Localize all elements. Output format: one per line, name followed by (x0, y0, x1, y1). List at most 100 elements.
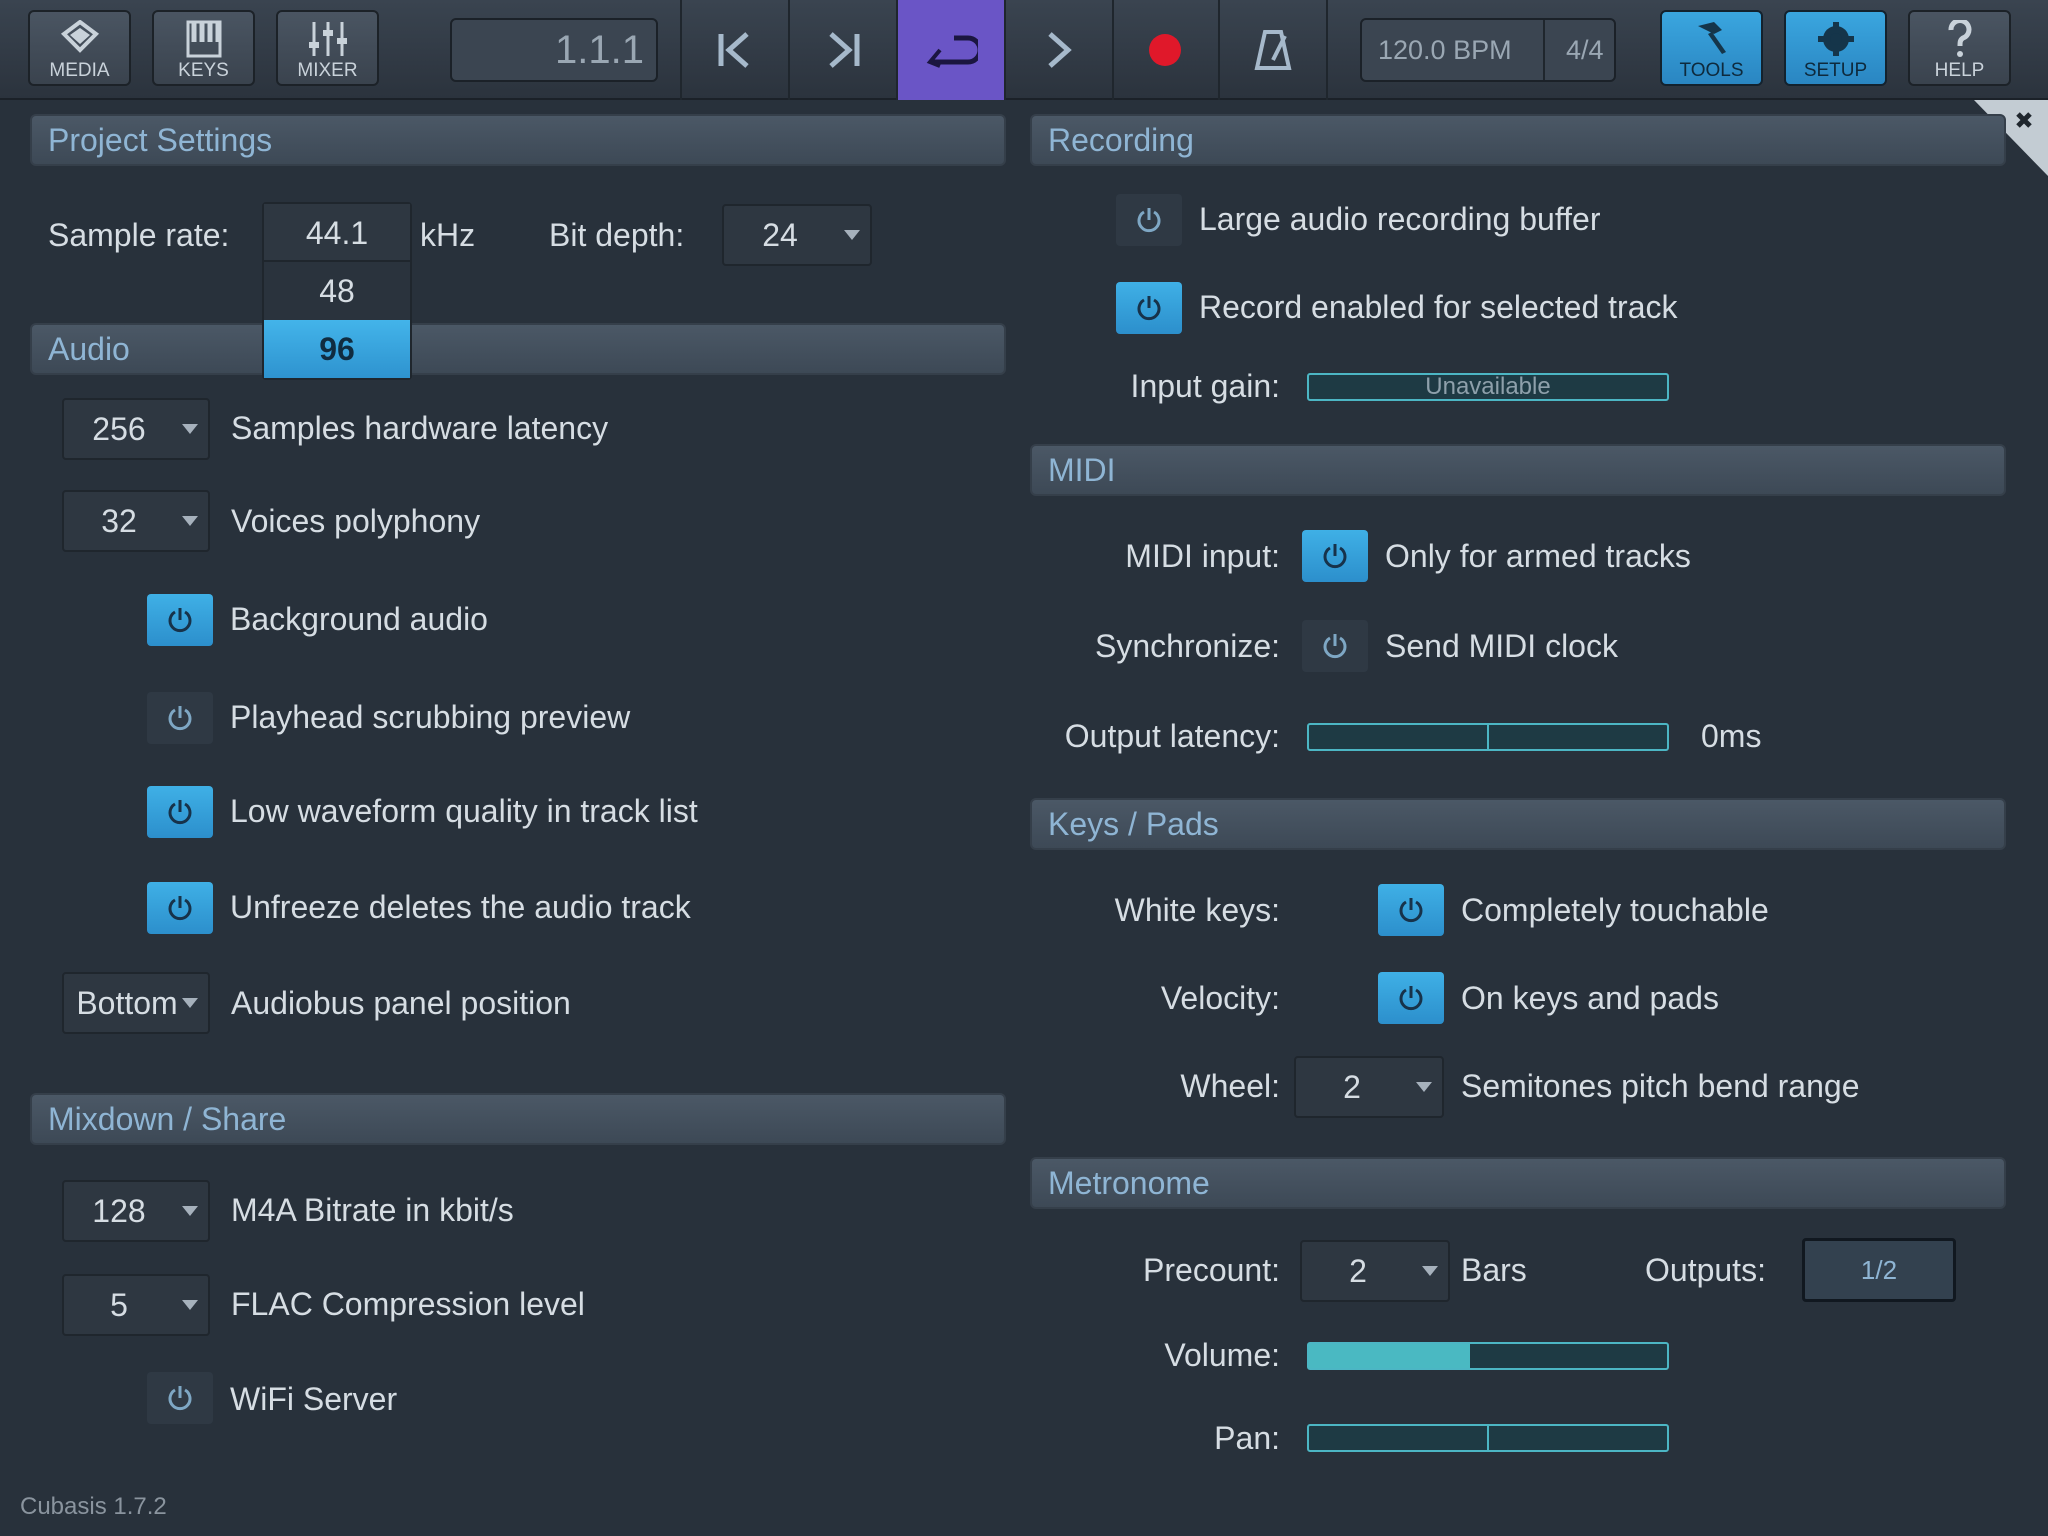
position-display[interactable]: 1.1.1 (450, 18, 658, 82)
velocity-toggle[interactable] (1378, 972, 1444, 1024)
outputs-label: Outputs: (1645, 1252, 1766, 1288)
section-audio: Audio (30, 323, 1006, 375)
keys-icon (186, 20, 221, 58)
media-button[interactable]: MEDIA (28, 10, 131, 86)
metronome-icon (1254, 30, 1292, 70)
media-icon (60, 20, 99, 53)
midi-input-value: Only for armed tracks (1385, 538, 1691, 574)
go-to-start-button[interactable] (682, 0, 788, 100)
polyphony-label: Voices polyphony (231, 503, 481, 539)
latency-dropdown[interactable]: 256 (62, 398, 210, 460)
midi-input-label: MIDI input: (1125, 538, 1280, 574)
output-latency-label: Output latency: (1064, 718, 1280, 754)
sample-rate-option-selected[interactable]: 96 (264, 320, 410, 378)
white-keys-value: Completely touchable (1461, 892, 1769, 928)
bitrate-value: 128 (92, 1193, 146, 1229)
power-icon (168, 608, 192, 633)
power-icon (168, 706, 192, 731)
record-icon (1149, 34, 1181, 66)
play-button[interactable] (1006, 0, 1112, 100)
wifi-server-toggle[interactable] (147, 1372, 213, 1424)
waveform-quality-label: Low waveform quality in track list (230, 793, 698, 829)
white-keys-toggle[interactable] (1378, 884, 1444, 936)
sample-rate-dropdown[interactable]: 44.1 48 96 (262, 202, 412, 380)
velocity-label: Velocity: (1160, 980, 1280, 1016)
volume-fill (1309, 1344, 1471, 1368)
record-enabled-toggle[interactable] (1116, 282, 1182, 334)
audiobus-value: Bottom (76, 985, 178, 1021)
precount-label: Precount: (1143, 1252, 1280, 1288)
record-enabled-label: Record enabled for selected track (1199, 289, 1678, 325)
midi-input-toggle[interactable] (1302, 530, 1368, 582)
latency-label: Samples hardware latency (231, 410, 609, 446)
audiobus-label: Audiobus panel position (231, 985, 571, 1021)
flac-value: 5 (110, 1287, 128, 1323)
go-to-end-button[interactable] (790, 0, 896, 100)
keys-button-label: KEYS (178, 60, 229, 81)
setup-button[interactable]: SETUP (1784, 10, 1887, 86)
keys-button[interactable]: KEYS (152, 10, 255, 86)
metronome-button[interactable] (1220, 0, 1326, 100)
mixer-button-label: MIXER (297, 60, 358, 81)
audiobus-dropdown[interactable]: Bottom (62, 972, 210, 1034)
waveform-quality-toggle[interactable] (147, 786, 213, 838)
help-icon (1948, 20, 1971, 57)
midi-clock-toggle[interactable] (1302, 620, 1368, 672)
hammer-icon (1697, 22, 1726, 54)
recording-buffer-toggle[interactable] (1116, 194, 1182, 246)
pan-slider[interactable] (1307, 1424, 1669, 1452)
bitrate-dropdown[interactable]: 128 (62, 1180, 210, 1242)
record-button[interactable] (1112, 0, 1218, 100)
wheel-value: 2 (1343, 1069, 1361, 1105)
power-icon (168, 896, 192, 921)
tools-button-label: TOOLS (1679, 60, 1744, 81)
sample-rate-unit: kHz (420, 217, 476, 253)
input-gain-value: Unavailable (1425, 373, 1551, 400)
unfreeze-toggle[interactable] (147, 882, 213, 934)
version-label: Cubasis 1.7.2 (20, 1493, 167, 1520)
play-icon (1048, 32, 1072, 68)
power-icon (1399, 898, 1423, 923)
chevron-down-icon (1422, 1266, 1438, 1276)
wifi-server-label: WiFi Server (230, 1381, 398, 1417)
tools-button[interactable]: TOOLS (1660, 10, 1763, 86)
separator (1326, 0, 1328, 100)
precount-dropdown[interactable]: 2 (1300, 1240, 1450, 1302)
tempo-display[interactable]: 120.0 BPM 4/4 (1360, 18, 1616, 82)
mixer-icon (308, 22, 347, 56)
power-icon (168, 800, 192, 825)
outputs-button[interactable]: 1/2 (1802, 1238, 1956, 1302)
power-icon (168, 1386, 192, 1411)
volume-slider[interactable] (1307, 1342, 1669, 1370)
section-mixdown-share: Mixdown / Share (30, 1093, 1006, 1145)
wheel-label: Wheel: (1180, 1068, 1280, 1104)
chevron-down-icon (1416, 1082, 1432, 1092)
divider (1543, 20, 1545, 80)
loop-button[interactable] (898, 0, 1004, 100)
bit-depth-dropdown[interactable]: 24 (722, 204, 872, 266)
sample-rate-option[interactable]: 48 (264, 262, 410, 320)
loop-icon (926, 35, 978, 68)
top-toolbar: MEDIA KEYS MIXER 1.1.1 120.0 BPM 4/4 TOO… (0, 0, 2048, 100)
volume-label: Volume: (1164, 1337, 1280, 1373)
wheel-dropdown[interactable]: 2 (1294, 1056, 1444, 1118)
mixer-button[interactable]: MIXER (276, 10, 379, 86)
bitrate-label: M4A Bitrate in kbit/s (231, 1192, 514, 1228)
pan-label: Pan: (1214, 1420, 1280, 1456)
help-button[interactable]: HELP (1908, 10, 2011, 86)
flac-dropdown[interactable]: 5 (62, 1274, 210, 1336)
synchronize-label: Synchronize: (1095, 628, 1280, 664)
power-icon (1323, 544, 1347, 569)
polyphony-dropdown[interactable]: 32 (62, 490, 210, 552)
chevron-down-icon (182, 1300, 198, 1310)
background-audio-toggle[interactable] (147, 594, 213, 646)
sample-rate-current[interactable]: 44.1 (264, 204, 410, 262)
section-metronome: Metronome (1030, 1157, 2006, 1209)
section-recording: Recording (1030, 114, 2006, 166)
scrubbing-toggle[interactable] (147, 692, 213, 744)
tempo-value: 120.0 BPM (1378, 35, 1512, 65)
power-icon (1137, 208, 1161, 233)
skip-forward-icon (829, 32, 860, 68)
wheel-description: Semitones pitch bend range (1461, 1068, 1860, 1104)
output-latency-slider[interactable] (1307, 723, 1669, 751)
